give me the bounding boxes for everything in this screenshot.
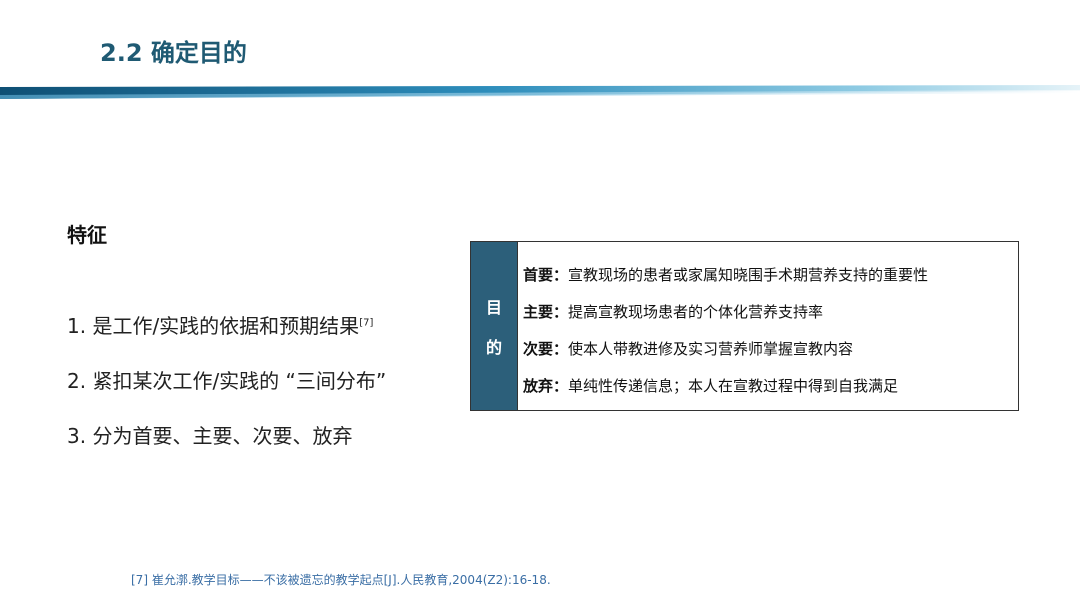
row-text: 使本人带教进修及实习营养师掌握宣教内容 [568,340,854,358]
row-text: 提高宣教现场患者的个体化营养支持率 [568,303,824,321]
row-text: 宣教现场的患者或家属知晓围手术期营养支持的重要性 [568,266,929,284]
feature-item-text: 3. 分为首要、主要、次要、放弃 [67,424,353,448]
purpose-table: 目 的 首要：宣教现场的患者或家属知晓围手术期营养支持的重要性 主要：提高宣教现… [470,241,1019,411]
feature-item: 1. 是工作/实践的依据和预期结果[7] [67,310,386,365]
purpose-side-label: 目 的 [471,242,518,410]
feature-item: 3. 分为首要、主要、次要、放弃 [67,420,386,475]
purpose-row-primary: 首要：宣教现场的患者或家属知晓围手术期营养支持的重要性 [523,264,1018,301]
purpose-row-abandon: 放弃：单纯性传递信息；本人在宣教过程中得到自我满足 [523,375,1018,412]
reference-footnote: [7] 崔允漷.教学目标——不该被遗忘的教学起点[J].人民教育,2004(Z2… [131,573,551,587]
features-heading: 特征 [67,223,107,247]
header-band [0,85,1080,99]
slide-title: 2.2 确定目的 [100,39,247,67]
row-label: 放弃： [523,377,569,395]
row-text: 单纯性传递信息；本人在宣教过程中得到自我满足 [568,377,899,395]
purpose-row-secondary: 次要：使本人带教进修及实习营养师掌握宣教内容 [523,338,1018,375]
row-label: 次要： [523,340,569,358]
purpose-row-main: 主要：提高宣教现场患者的个体化营养支持率 [523,301,1018,338]
purpose-side-char: 目 [485,298,502,317]
purpose-side-char: 的 [485,338,502,357]
feature-item: 2. 紧扣某次工作/实践的 “三间分布” [67,365,386,420]
row-label: 首要： [523,266,569,284]
feature-item-text: 2. 紧扣某次工作/实践的 “三间分布” [67,369,387,393]
feature-item-text: 1. 是工作/实践的依据和预期结果 [67,314,360,338]
row-label: 主要： [523,303,569,321]
feature-list: 1. 是工作/实践的依据和预期结果[7] 2. 紧扣某次工作/实践的 “三间分布… [67,310,386,475]
purpose-rows: 首要：宣教现场的患者或家属知晓围手术期营养支持的重要性 主要：提高宣教现场患者的… [518,242,1018,410]
citation-ref: [7] [359,317,374,329]
